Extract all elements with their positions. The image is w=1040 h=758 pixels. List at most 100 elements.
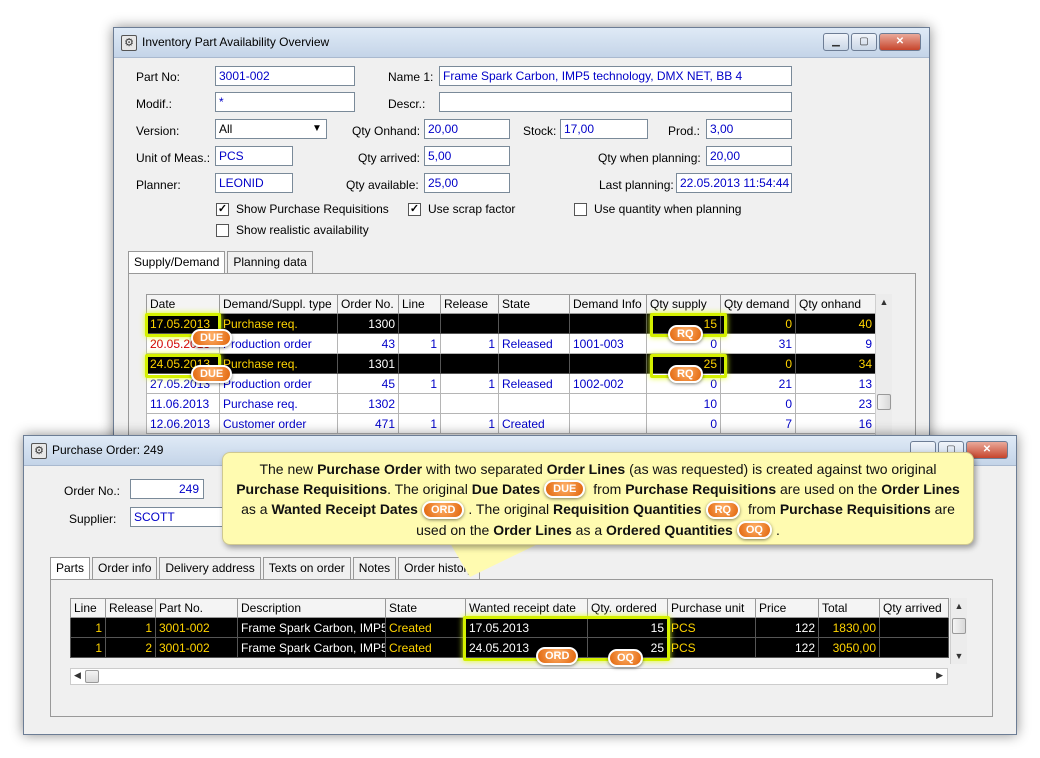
- part-no-field[interactable]: 3001-002: [215, 66, 355, 86]
- order-lines-vertical-scrollbar[interactable]: ▲ ▼: [950, 598, 967, 664]
- version-label: Version:: [136, 124, 180, 138]
- prod-label: Prod.:: [668, 124, 701, 138]
- col-state[interactable]: State: [385, 598, 466, 618]
- table-header-row: Line Release Part No. Description State …: [70, 598, 949, 618]
- table-row[interactable]: 17.05.2013 Purchase req. 1300 15 0 40: [146, 313, 876, 334]
- tab-planning-data[interactable]: Planning data: [227, 251, 313, 273]
- table-header-row: Date Demand/Suppl. type Order No. Line R…: [146, 294, 876, 314]
- uom-label: Unit of Meas.:: [136, 151, 211, 165]
- due-badge: DUE: [544, 480, 586, 499]
- col-type[interactable]: Demand/Suppl. type: [219, 294, 338, 314]
- last-planning-field[interactable]: 22.05.2013 11:54:44: [676, 173, 792, 193]
- qty-when-planning-label: Qty when planning:: [598, 151, 701, 165]
- supply-demand-table: Date Demand/Suppl. type Order No. Line R…: [146, 294, 876, 434]
- stock-field[interactable]: 17,00: [560, 119, 648, 139]
- col-part-no[interactable]: Part No.: [155, 598, 238, 618]
- use-qty-planning-checkbox[interactable]: Use quantity when planning: [574, 202, 741, 216]
- order-no-label: Order No.:: [64, 484, 121, 498]
- scroll-up-icon[interactable]: ▲: [876, 294, 892, 310]
- table-row[interactable]: 24.05.2013 Purchase req. 1301 25 0 34: [146, 353, 876, 374]
- due-badge: DUE: [191, 329, 233, 347]
- rq-badge: RQ: [668, 365, 703, 383]
- modif-field[interactable]: *: [215, 92, 355, 112]
- col-demand-info[interactable]: Demand Info: [569, 294, 647, 314]
- checkbox-empty-icon: [574, 202, 587, 216]
- supplier-field[interactable]: SCOTT: [130, 507, 226, 527]
- close-button[interactable]: ✕: [879, 33, 921, 51]
- supplier-label: Supplier:: [69, 512, 117, 526]
- ord-badge: ORD: [421, 500, 465, 519]
- table-row[interactable]: 20.05.2013 Production order 43 1 1 Released…: [146, 333, 876, 354]
- name1-label: Name 1:: [388, 70, 434, 84]
- oq-badge: OQ: [736, 520, 772, 539]
- col-price[interactable]: Price: [755, 598, 819, 618]
- tab-supply-demand[interactable]: Supply/Demand: [128, 251, 226, 273]
- col-description[interactable]: Description: [237, 598, 386, 618]
- maximize-button[interactable]: ▢: [851, 33, 877, 51]
- tab-notes[interactable]: Notes: [352, 557, 397, 579]
- tab-texts-on-order[interactable]: Texts on order: [262, 557, 351, 579]
- table-row[interactable]: 12.06.2013 Customer order 471 1 1 Created 0…: [146, 413, 876, 434]
- inventory-titlebar[interactable]: ⚙ Inventory Part Availability Overview ▁…: [114, 28, 929, 58]
- col-purchase-unit[interactable]: Purchase unit: [667, 598, 756, 618]
- scroll-right-icon[interactable]: ▶: [936, 670, 943, 681]
- checkbox-empty-icon: [216, 223, 229, 237]
- col-release[interactable]: Release: [105, 598, 156, 618]
- col-qty-ordered[interactable]: Qty. ordered: [587, 598, 668, 618]
- checkbox-checked-icon: ✓: [216, 202, 229, 216]
- qty-arrived-field[interactable]: 5,00: [424, 146, 510, 166]
- prod-field[interactable]: 3,00: [706, 119, 792, 139]
- po-title: Purchase Order: 249: [52, 443, 164, 457]
- supply-vertical-scrollbar[interactable]: ▲: [875, 294, 892, 444]
- planner-field[interactable]: LEONID: [215, 173, 293, 193]
- scroll-thumb[interactable]: [85, 670, 99, 683]
- tab-parts[interactable]: Parts: [50, 557, 91, 579]
- col-qty-arrived[interactable]: Qty arrived: [879, 598, 949, 618]
- scroll-thumb[interactable]: [877, 394, 891, 410]
- uom-field[interactable]: PCS: [215, 146, 293, 166]
- col-total[interactable]: Total: [818, 598, 880, 618]
- chevron-down-icon[interactable]: ▼: [309, 121, 325, 137]
- descr-label: Descr.:: [388, 97, 426, 111]
- col-wanted-receipt-date[interactable]: Wanted receipt date: [465, 598, 588, 618]
- col-order-no[interactable]: Order No.: [337, 294, 399, 314]
- descr-field[interactable]: [439, 92, 792, 112]
- ord-badge: ORD: [536, 647, 579, 665]
- show-realistic-checkbox[interactable]: Show realistic availability: [216, 223, 369, 237]
- planner-label: Planner:: [136, 178, 181, 192]
- last-planning-label: Last planning:: [599, 178, 674, 192]
- show-pr-checkbox[interactable]: ✓ Show Purchase Requisitions: [216, 202, 389, 216]
- scroll-left-icon[interactable]: ◀: [74, 670, 81, 681]
- stock-label: Stock:: [523, 124, 557, 138]
- order-no-field[interactable]: 249: [130, 479, 204, 499]
- table-row[interactable]: 11.06.2013 Purchase req. 1302 10 0 23: [146, 393, 876, 414]
- scroll-up-icon[interactable]: ▲: [951, 598, 967, 614]
- col-qty-supply[interactable]: Qty supply: [646, 294, 721, 314]
- col-release[interactable]: Release: [440, 294, 499, 314]
- qty-when-planning-field[interactable]: 20,00: [706, 146, 792, 166]
- app-gear-icon: ⚙: [31, 443, 47, 459]
- qty-available-field[interactable]: 25,00: [424, 173, 510, 193]
- tab-delivery-address[interactable]: Delivery address: [159, 557, 261, 579]
- app-gear-icon: ⚙: [121, 35, 137, 51]
- col-qty-demand[interactable]: Qty demand: [720, 294, 796, 314]
- col-line[interactable]: Line: [70, 598, 106, 618]
- callout-tail: [450, 543, 540, 577]
- col-qty-onhand[interactable]: Qty onhand: [795, 294, 876, 314]
- col-line[interactable]: Line: [398, 294, 441, 314]
- qty-onhand-field[interactable]: 20,00: [424, 119, 510, 139]
- scroll-down-icon[interactable]: ▼: [951, 648, 967, 664]
- table-row[interactable]: 27.05.2013 Production order 45 1 1 Released…: [146, 373, 876, 394]
- order-lines-horizontal-scrollbar[interactable]: ◀ ▶: [70, 668, 948, 685]
- scroll-thumb[interactable]: [952, 618, 966, 634]
- modif-label: Modif.:: [136, 97, 173, 111]
- col-date[interactable]: Date: [146, 294, 220, 314]
- tab-order-info[interactable]: Order info: [92, 557, 158, 579]
- minimize-button[interactable]: ▁: [823, 33, 849, 51]
- col-state[interactable]: State: [498, 294, 570, 314]
- qty-arrived-label: Qty arrived:: [358, 151, 421, 165]
- qty-onhand-label: Qty Onhand:: [352, 124, 421, 138]
- rq-badge: RQ: [668, 325, 703, 343]
- name1-field[interactable]: Frame Spark Carbon, IMP5 technology, DMX…: [439, 66, 792, 86]
- use-scrap-checkbox[interactable]: ✓ Use scrap factor: [408, 202, 515, 216]
